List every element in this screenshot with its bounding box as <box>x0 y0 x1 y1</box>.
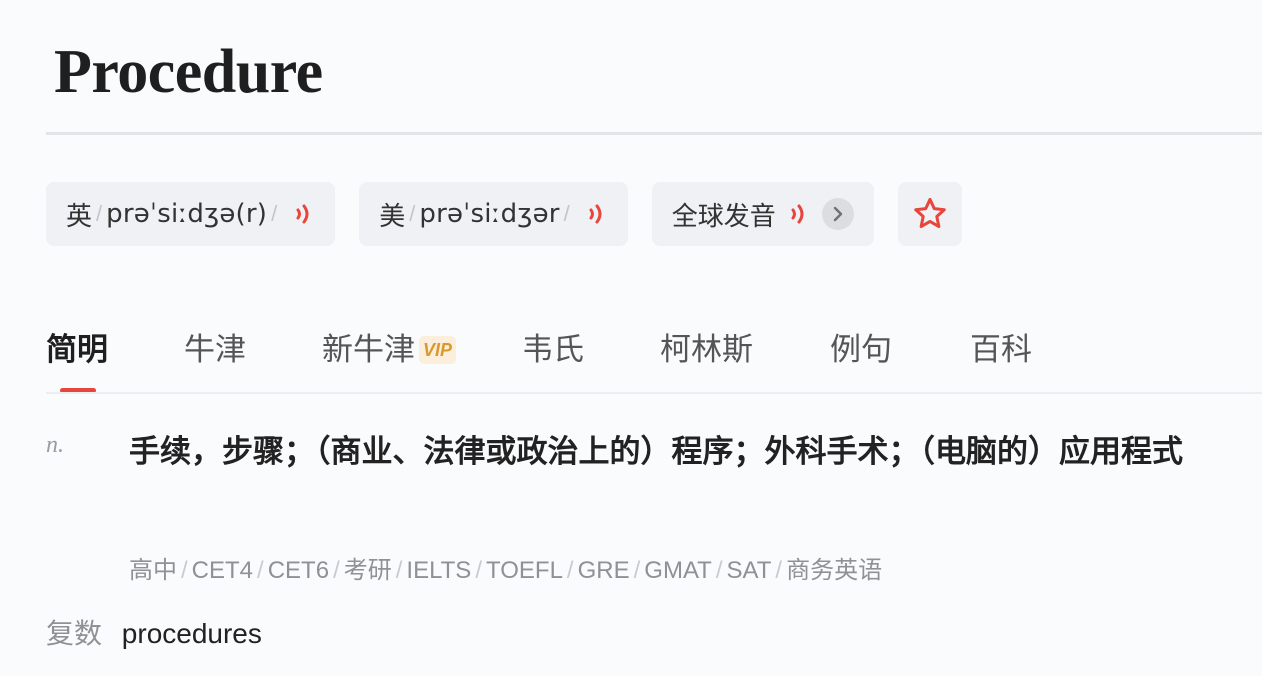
tab-webster[interactable]: 韦氏 <box>522 326 584 394</box>
tab-label: 简明 <box>46 332 108 367</box>
tab-collins[interactable]: 柯林斯 <box>660 326 753 394</box>
uk-pronunciation-button[interactable]: 英 / prəˈsiːdʒə(r) / <box>46 182 336 246</box>
tabs-divider <box>46 392 1262 394</box>
plural-label: 复数 <box>46 618 103 649</box>
slash: / <box>563 201 570 226</box>
uk-label: 英 <box>66 200 93 231</box>
pronunciation-row: 英 / prəˈsiːdʒə(r) / 美 / prəˈsiːdʒər / 全球… <box>46 182 962 246</box>
chevron-right-icon[interactable] <box>821 198 854 230</box>
us-pronunciation-button[interactable]: 美 / prəˈsiːdʒər / <box>359 182 628 246</box>
exam-tag: CET4 <box>191 557 254 584</box>
tab-label: 柯林斯 <box>660 332 753 367</box>
tag-separator: / <box>475 557 482 584</box>
dictionary-page: Procedure 英 / prəˈsiːdʒə(r) / 美 / prəˈsi… <box>0 0 1262 676</box>
word-title: Procedure <box>54 38 323 106</box>
tag-separator: / <box>181 557 188 584</box>
plural-value[interactable]: procedures <box>122 618 262 649</box>
tag-separator: / <box>395 557 403 584</box>
speaker-icon[interactable] <box>588 200 608 228</box>
part-of-speech: n. <box>46 432 64 458</box>
tab-label: 百科 <box>970 332 1032 367</box>
global-pron-label: 全球发音 <box>671 200 776 231</box>
star-icon <box>914 197 946 229</box>
global-pronunciation-button[interactable]: 全球发音 <box>651 182 874 246</box>
tag-separator: / <box>257 557 264 584</box>
exam-tag: GRE <box>577 557 630 584</box>
tag-separator: / <box>775 557 783 584</box>
dictionary-tabs: 简明 牛津 新牛津 VIP 韦氏 柯林斯 例句 百科 <box>46 326 1262 394</box>
tab-label: 韦氏 <box>522 332 584 367</box>
tag-separator: / <box>715 557 723 584</box>
speaker-icon[interactable] <box>790 200 810 228</box>
us-ipa: prəˈsiːdʒər <box>419 199 560 229</box>
exam-tag: SAT <box>726 557 772 584</box>
slash: / <box>271 201 278 226</box>
tab-label: 牛津 <box>184 332 246 367</box>
exam-tag: IELTS <box>406 557 472 584</box>
tag-separator: / <box>633 557 641 584</box>
exam-tags: 高中 / CET4/CET6/考研 / IELTS / TOEFL / GRE / GMAT / SAT… <box>129 550 882 585</box>
exam-tag: CET6 <box>267 557 330 584</box>
tab-label: 新牛津 <box>322 332 415 367</box>
favorite-button[interactable] <box>897 182 962 246</box>
tab-encyclopedia[interactable]: 百科 <box>970 326 1032 394</box>
plural-form: 复数 procedures <box>46 612 262 652</box>
us-label: 美 <box>379 200 406 231</box>
slash: / <box>409 201 416 226</box>
slash: / <box>96 201 103 226</box>
vip-badge: VIP <box>419 336 457 364</box>
exam-tag: 高中 <box>129 557 177 584</box>
definition-text: 手续，步骤；（商业、法律或政治上的）程序；外科手术；（电脑的）应用程式 <box>129 434 1183 469</box>
tab-concise[interactable]: 简明 <box>46 326 108 394</box>
tab-oxford[interactable]: 牛津 <box>184 326 246 394</box>
tag-separator: / <box>333 557 340 584</box>
exam-tag: GMAT <box>644 557 712 584</box>
exam-tag: TOEFL <box>486 557 563 584</box>
tag-separator: / <box>566 557 574 584</box>
tab-examples[interactable]: 例句 <box>830 326 892 394</box>
tab-label: 例句 <box>830 332 892 367</box>
exam-tag: 考研 <box>343 557 392 584</box>
speaker-icon[interactable] <box>295 200 315 228</box>
tab-new-oxford[interactable]: 新牛津 VIP <box>322 326 457 394</box>
uk-ipa: prəˈsiːdʒə(r) <box>106 199 268 229</box>
exam-tag: 商务英语 <box>786 557 883 584</box>
title-divider <box>46 132 1262 135</box>
